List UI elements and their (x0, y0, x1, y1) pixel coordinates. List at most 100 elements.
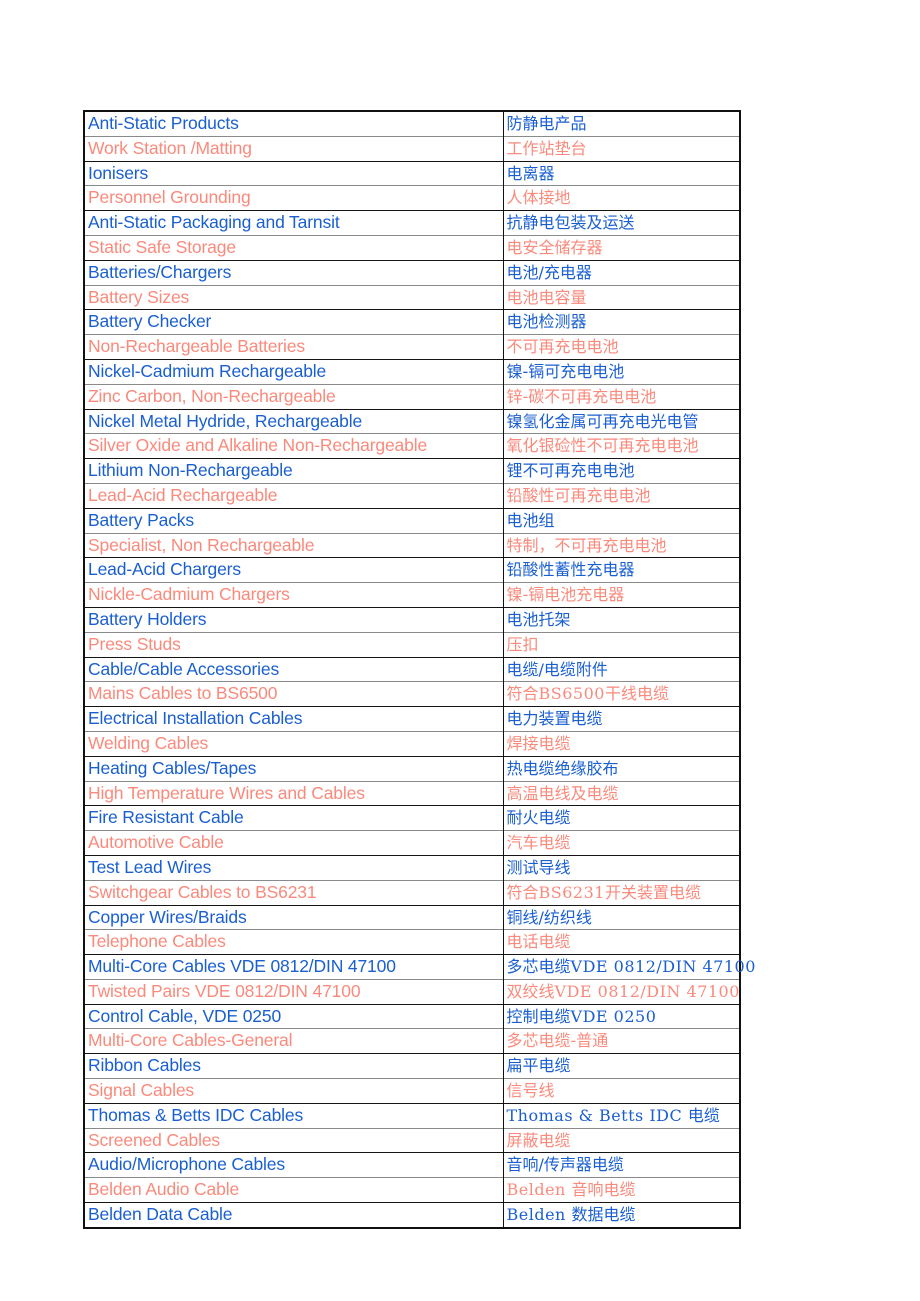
table-row: Nickel Metal Hydride, Rechargeable 镍氢化金属可… (84, 408, 740, 434)
term-english: Ionisers (84, 160, 504, 186)
term-english: Nickel-Cadmium Rechargeable (84, 358, 504, 385)
table-row: Signal Cables 信号线 (84, 1078, 740, 1104)
term-english: Welding Cables (84, 730, 504, 757)
term-english: Electrical Installation Cables (84, 706, 504, 732)
term-chinese: 双绞线VDE 0812/DIN 47100 (503, 978, 740, 1005)
term-chinese: Belden 音响电缆 (503, 1177, 740, 1203)
term-english: Test Lead Wires (84, 854, 504, 881)
term-english: Static Safe Storage (84, 234, 504, 261)
table-row: Ionisers 电离器 (84, 160, 740, 186)
term-english: Switchgear Cables to BS6231 (84, 879, 504, 905)
term-chinese: 信号线 (503, 1078, 740, 1104)
term-english: Automotive Cable (84, 830, 504, 856)
term-english: Anti-Static Products (84, 111, 504, 137)
term-english: Multi-Core Cables-General (84, 1028, 504, 1054)
term-english: Specialist, Non Rechargeable (84, 532, 504, 558)
term-chinese: Thomas & Betts IDC 电缆 (503, 1102, 740, 1129)
term-english: Non-Rechargeable Batteries (84, 334, 504, 360)
term-chinese: 电池组 (503, 507, 740, 534)
term-english: Work Station /Matting (84, 135, 504, 162)
term-english: Mains Cables to BS6500 (84, 681, 504, 707)
term-chinese: 锂不可再充电电池 (503, 458, 740, 484)
table-row: Anti-Static Packaging and Tarnsit 抗静电包装及运… (84, 210, 740, 236)
term-chinese: 符合BS6500干线电缆 (503, 681, 740, 707)
term-chinese: 控制电缆VDE 0250 (503, 1003, 740, 1029)
term-english: Cable/Cable Accessories (84, 656, 504, 682)
term-english: Nickle-Cadmium Chargers (84, 582, 504, 608)
table-row: Non-Rechargeable Batteries 不可再充电电池 (84, 334, 740, 360)
table-row: Audio/Microphone Cables 音响/传声器电缆 (84, 1152, 740, 1178)
term-chinese: 铜线/纺织线 (503, 904, 740, 930)
table-row: Copper Wires/Braids 铜线/纺织线 (84, 904, 740, 930)
term-english: Battery Sizes (84, 284, 504, 310)
table-row: Specialist, Non Rechargeable 特制，不可再充电电池 (84, 532, 740, 558)
term-english: Lead-Acid Chargers (84, 557, 504, 583)
term-chinese: 压扣 (503, 631, 740, 658)
term-english: Batteries/Chargers (84, 259, 504, 286)
table-row: Zinc Carbon, Non-Rechargeable 锌-碳不可再充电电池 (84, 383, 740, 410)
term-english: Belden Data Cable (84, 1202, 504, 1228)
table-row: Lithium Non-Rechargeable 锂不可再充电电池 (84, 458, 740, 484)
table-row: Lead-Acid Rechargeable 铅酸性可再充电电池 (84, 482, 740, 509)
table-row: Telephone Cables 电话电缆 (84, 929, 740, 955)
term-chinese: 电缆/电缆附件 (503, 656, 740, 682)
table-row: Mains Cables to BS6500 符合BS6500干线电缆 (84, 681, 740, 707)
term-english: Audio/Microphone Cables (84, 1152, 504, 1178)
term-chinese: 焊接电缆 (503, 730, 740, 757)
term-chinese: Belden 数据电缆 (503, 1202, 740, 1228)
table-row: Heating Cables/Tapes 热电缆绝缘胶布 (84, 755, 740, 782)
term-chinese: 镍-镉可充电电池 (503, 358, 740, 385)
term-english: Silver Oxide and Alkaline Non-Rechargeab… (84, 433, 504, 459)
term-english: Nickel Metal Hydride, Rechargeable (84, 408, 504, 434)
table-row: Personnel Grounding 人体接地 (84, 185, 740, 211)
table-row: Battery Packs 电池组 (84, 507, 740, 534)
term-chinese: 铅酸性蓄性充电器 (503, 557, 740, 583)
table-row: Anti-Static Products 防静电产品 (84, 111, 740, 137)
term-english: Battery Packs (84, 507, 504, 534)
term-chinese: 符合BS6231开关装置电缆 (503, 879, 740, 905)
term-english: Fire Resistant Cable (84, 805, 504, 831)
table-row: Nickel-Cadmium Rechargeable 镍-镉可充电电池 (84, 358, 740, 385)
page-canvas: Anti-Static Products 防静电产品 Work Station /M… (0, 0, 920, 1301)
table-row: Battery Checker 电池检测器 (84, 309, 740, 335)
table-row: Ribbon Cables 扁平电缆 (84, 1053, 740, 1079)
table-row: Battery Holders 电池托架 (84, 606, 740, 633)
term-chinese: 多芯电缆VDE 0812/DIN 47100 (503, 954, 755, 980)
table-row: Batteries/Chargers 电池/充电器 (84, 259, 740, 286)
table-row: High Temperature Wires and Cables 高温电线及电缆 (84, 780, 740, 806)
table-row: Cable/Cable Accessories 电缆/电缆附件 (84, 656, 740, 682)
term-english: Ribbon Cables (84, 1053, 504, 1079)
term-chinese: 抗静电包装及运送 (503, 210, 740, 236)
term-english: Lithium Non-Rechargeable (84, 458, 504, 484)
term-chinese: 高温电线及电缆 (503, 780, 740, 806)
term-english: Twisted Pairs VDE 0812/DIN 47100 (84, 978, 504, 1005)
term-english: Press Studs (84, 631, 504, 658)
term-english: Battery Checker (84, 309, 504, 335)
table-row: Work Station /Matting 工作站垫台 (84, 135, 740, 162)
term-chinese: 多芯电缆-普通 (503, 1028, 740, 1054)
term-chinese: 电池检测器 (503, 309, 740, 335)
table-row: Automotive Cable 汽车电缆 (84, 830, 740, 856)
term-english: Belden Audio Cable (84, 1177, 504, 1203)
table-body: Anti-Static Products 防静电产品 Work Station /M… (84, 111, 755, 1228)
term-english: Personnel Grounding (84, 185, 504, 211)
table-row: Multi-Core Cables-General 多芯电缆-普通 (84, 1028, 740, 1054)
term-english: High Temperature Wires and Cables (84, 780, 504, 806)
term-chinese: 电话电缆 (503, 929, 740, 955)
term-chinese: 耐火电缆 (503, 805, 740, 831)
term-chinese: 音响/传声器电缆 (503, 1152, 740, 1178)
term-chinese: 热电缆绝缘胶布 (503, 755, 740, 782)
table-row: Battery Sizes 电池电容量 (84, 284, 740, 310)
term-english: Thomas & Betts IDC Cables (84, 1102, 504, 1129)
table-row: Press Studs 压扣 (84, 631, 740, 658)
term-chinese: 防静电产品 (506, 114, 587, 133)
term-chinese: 氧化银硷性不可再充电电池 (503, 433, 740, 459)
term-chinese: 电安全储存器 (503, 234, 740, 261)
table-row: Screened Cables 屏蔽电缆 (84, 1127, 740, 1153)
table-row: Multi-Core Cables VDE 0812/DIN 47100 多芯电缆… (84, 954, 755, 980)
term-chinese: 工作站垫台 (503, 135, 740, 162)
table-row: Test Lead Wires 测试导线 (84, 854, 740, 881)
term-chinese: 锌-碳不可再充电电池 (503, 383, 740, 410)
table-row: Thomas & Betts IDC Cables Thomas & Betts … (84, 1102, 740, 1129)
term-english: Multi-Core Cables VDE 0812/DIN 47100 (84, 954, 504, 980)
